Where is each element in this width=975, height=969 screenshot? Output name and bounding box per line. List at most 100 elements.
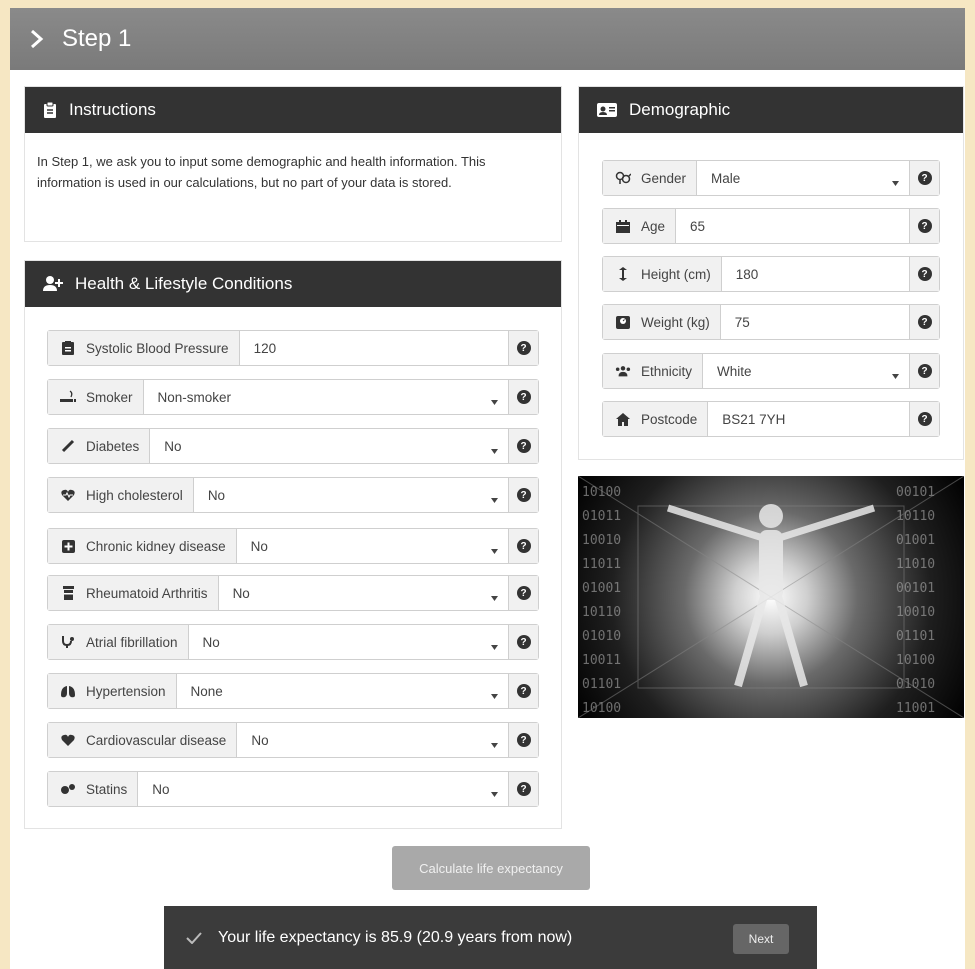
- field-gender: Gender Male ?: [602, 160, 940, 196]
- rheumatoid-arthritis-select[interactable]: No: [219, 576, 508, 610]
- svg-text:10110: 10110: [582, 605, 621, 620]
- postcode-input[interactable]: BS21 7YH: [708, 402, 909, 436]
- stethoscope-icon: [60, 634, 76, 650]
- ethnicity-select[interactable]: White: [703, 354, 909, 388]
- help-button[interactable]: ?: [508, 772, 538, 806]
- calendar-icon: [615, 218, 631, 234]
- field-label: Height (cm): [641, 266, 711, 282]
- caret-down-icon: [491, 736, 498, 751]
- help-button[interactable]: ?: [909, 305, 939, 339]
- question-circle-icon: ?: [516, 439, 531, 453]
- field-label: Gender: [641, 170, 687, 186]
- help-button[interactable]: ?: [508, 529, 538, 563]
- smoker-select[interactable]: Non-smoker: [144, 380, 508, 414]
- syringe-icon: [60, 438, 76, 454]
- svg-text:01101: 01101: [896, 629, 935, 644]
- question-circle-icon: ?: [516, 733, 531, 747]
- step-header[interactable]: Step 1: [10, 8, 965, 70]
- caret-down-icon: [491, 542, 498, 557]
- svg-text:10100: 10100: [896, 653, 935, 668]
- height-input[interactable]: 180: [722, 257, 909, 291]
- binary-human-illustration: 10100 01011 10010 11011 01001 10110 01010 10011…: [578, 476, 964, 718]
- chronic-kidney-disease-select[interactable]: No: [237, 529, 508, 563]
- svg-text:11011: 11011: [582, 557, 621, 572]
- question-circle-icon: ?: [516, 390, 531, 404]
- diabetes-select[interactable]: No: [150, 429, 508, 463]
- high-cholesterol-select[interactable]: No: [194, 478, 508, 512]
- help-button[interactable]: ?: [909, 354, 939, 388]
- help-button[interactable]: ?: [909, 161, 939, 195]
- field-postcode: Postcode BS21 7YH ?: [602, 401, 940, 437]
- instructions-header: Instructions: [25, 87, 561, 133]
- question-circle-icon: ?: [917, 219, 932, 233]
- next-button[interactable]: Next: [733, 924, 789, 954]
- caret-down-icon: [491, 589, 498, 604]
- statins-select[interactable]: No: [138, 772, 508, 806]
- question-circle-icon: ?: [516, 782, 531, 796]
- question-circle-icon: ?: [917, 267, 932, 281]
- question-circle-icon: ?: [917, 315, 932, 329]
- svg-text:10010: 10010: [582, 533, 621, 548]
- field-atrial-fibrillation: Atrial fibrillation No ?: [47, 624, 539, 660]
- atrial-fibrillation-select[interactable]: No: [189, 625, 508, 659]
- plus-square-icon: [60, 538, 76, 554]
- help-button[interactable]: ?: [909, 209, 939, 243]
- help-button[interactable]: ?: [909, 257, 939, 291]
- svg-text:10011: 10011: [582, 653, 621, 668]
- question-circle-icon: ?: [516, 635, 531, 649]
- svg-text:11010: 11010: [896, 557, 935, 572]
- field-rheumatoid-arthritis: Rheumatoid Arthritis No ?: [47, 575, 539, 611]
- weight-scale-icon: [615, 314, 631, 330]
- check-icon: [186, 931, 202, 944]
- health-header: Health & Lifestyle Conditions: [25, 261, 561, 307]
- question-circle-icon: ?: [516, 488, 531, 502]
- question-circle-icon: ?: [917, 171, 932, 185]
- hypertension-select[interactable]: None: [177, 674, 508, 708]
- help-button[interactable]: ?: [508, 429, 538, 463]
- help-button[interactable]: ?: [909, 402, 939, 436]
- help-button[interactable]: ?: [508, 380, 538, 414]
- svg-text:10100: 10100: [582, 485, 621, 500]
- field-label: Ethnicity: [641, 363, 693, 379]
- field-ethnicity: Ethnicity White ?: [602, 353, 940, 389]
- gender-select[interactable]: Male: [697, 161, 909, 195]
- clipboard-icon: [60, 340, 76, 356]
- health-title: Health & Lifestyle Conditions: [75, 274, 293, 293]
- help-button[interactable]: ?: [508, 478, 538, 512]
- home-icon: [615, 411, 631, 427]
- weight-input[interactable]: 75: [721, 305, 909, 339]
- caret-down-icon: [491, 491, 498, 506]
- caret-down-icon: [491, 785, 498, 800]
- svg-text:01001: 01001: [896, 533, 935, 548]
- question-circle-icon: ?: [516, 539, 531, 553]
- caret-down-icon: [491, 442, 498, 457]
- instructions-text: In Step 1, we ask you to input some demo…: [37, 154, 486, 190]
- page-frame: Step 1 Instructions In Step 1, we ask yo…: [10, 8, 965, 969]
- result-text: Your life expectancy is 85.9 (20.9 years…: [218, 928, 573, 946]
- field-label: Rheumatoid Arthritis: [86, 585, 208, 601]
- systolic-bp-input[interactable]: 120: [240, 331, 508, 365]
- cardiovascular-disease-select[interactable]: No: [237, 723, 508, 757]
- age-input[interactable]: 65: [676, 209, 909, 243]
- help-button[interactable]: ?: [508, 625, 538, 659]
- svg-text:01011: 01011: [582, 509, 621, 524]
- question-circle-icon: ?: [516, 341, 531, 355]
- help-button[interactable]: ?: [508, 674, 538, 708]
- help-button[interactable]: ?: [508, 576, 538, 610]
- field-label: Diabetes: [86, 438, 140, 454]
- caret-down-icon: [892, 174, 899, 189]
- help-button[interactable]: ?: [508, 331, 538, 365]
- chevron-right-icon: [26, 28, 62, 50]
- demographic-title: Demographic: [629, 100, 731, 119]
- field-label: Hypertension: [86, 683, 166, 699]
- field-label: High cholesterol: [86, 487, 183, 503]
- user-plus-icon: [43, 276, 63, 292]
- help-button[interactable]: ?: [508, 723, 538, 757]
- field-label: Smoker: [86, 389, 133, 405]
- calculate-life-expectancy-button[interactable]: Calculate life expectancy: [392, 846, 590, 890]
- field-hypertension: Hypertension None ?: [47, 673, 539, 709]
- users-icon: [615, 363, 631, 379]
- field-label: Atrial fibrillation: [86, 634, 178, 650]
- demographic-header: Demographic: [579, 87, 963, 133]
- svg-text:01101: 01101: [582, 677, 621, 692]
